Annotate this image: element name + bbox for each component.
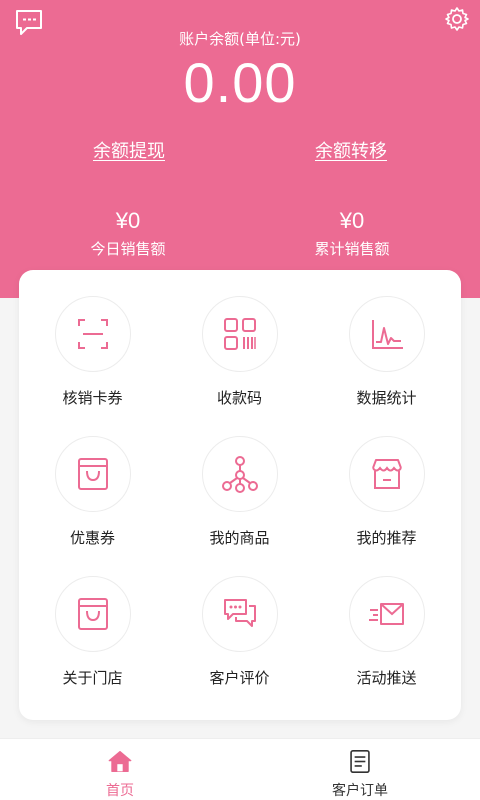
- tile-icon-circle: [201, 436, 278, 512]
- withdraw-link[interactable]: 余额提现: [0, 137, 258, 163]
- balance-header: 账户余额(单位:元) 0.00 余额提现 余额转移 ¥0 今日销售额 ¥0 累计…: [0, 0, 480, 298]
- comment-icon: [223, 599, 256, 627]
- transfer-link[interactable]: 余额转移: [222, 137, 480, 163]
- tile-label: 数据统计: [356, 389, 417, 407]
- tab-label: 客户订单: [332, 783, 388, 799]
- tile-statistics[interactable]: 数据统计: [313, 296, 460, 436]
- balance-label: 账户余额(单位:元): [179, 30, 301, 48]
- tab-home[interactable]: 首页: [0, 739, 240, 800]
- tile-label: 收款码: [216, 389, 262, 407]
- bag-icon: [77, 458, 108, 490]
- tile-payment-code[interactable]: 收款码: [166, 296, 313, 436]
- document-icon: [350, 749, 370, 774]
- tile-icon-circle: [54, 576, 131, 652]
- function-card: 核销卡券 收款码 数据统计 优惠券 我的商品 我的推荐 关于门店 客户评价 活动…: [19, 270, 461, 720]
- scan-icon: [77, 319, 108, 349]
- tile-label: 我的商品: [209, 529, 270, 547]
- function-grid: 核销卡券 收款码 数据统计 优惠券 我的商品 我的推荐 关于门店 客户评价 活动…: [19, 296, 461, 716]
- tile-my-products[interactable]: 我的商品: [166, 436, 313, 576]
- tile-label: 活动推送: [356, 669, 417, 687]
- tile-icon-circle: [54, 296, 131, 372]
- tile-label: 核销卡券: [62, 389, 123, 407]
- bottom-tab-bar: 首页 客户订单: [0, 738, 480, 800]
- today-sales-label: 今日销售额: [90, 240, 166, 258]
- tile-customer-reviews[interactable]: 客户评价: [166, 576, 313, 716]
- tile-icon-circle: [348, 296, 425, 372]
- total-sales-value: ¥0: [339, 208, 365, 233]
- today-sales-value: ¥0: [115, 208, 141, 233]
- send-mail-icon: [368, 603, 404, 625]
- tile-label: 关于门店: [62, 669, 123, 687]
- tile-label: 优惠券: [69, 529, 115, 547]
- tile-verify-coupon[interactable]: 核销卡券: [19, 296, 166, 436]
- shop-icon: [371, 459, 402, 489]
- tab-label: 首页: [106, 783, 134, 799]
- tile-my-recommend[interactable]: 我的推荐: [313, 436, 460, 576]
- tile-icon-circle: [54, 436, 131, 512]
- bag-icon: [77, 598, 108, 630]
- today-sales: ¥0 今日销售额: [8, 208, 248, 259]
- total-sales: ¥0 累计销售额: [232, 208, 472, 259]
- tile-about-store[interactable]: 关于门店: [19, 576, 166, 716]
- tab-customer-orders[interactable]: 客户订单: [240, 739, 480, 800]
- tile-label: 我的推荐: [356, 529, 417, 547]
- qrcode-icon: [223, 318, 256, 350]
- home-icon: [108, 751, 132, 772]
- tile-label: 客户评价: [209, 669, 270, 687]
- tile-coupons[interactable]: 优惠券: [19, 436, 166, 576]
- balance-value: 0.00: [183, 51, 297, 114]
- chart-icon: [371, 320, 403, 349]
- tile-push-activity[interactable]: 活动推送: [313, 576, 460, 716]
- total-sales-label: 累计销售额: [314, 240, 390, 258]
- tile-icon-circle: [348, 576, 425, 652]
- tile-icon-circle: [201, 576, 278, 652]
- tile-icon-circle: [201, 296, 278, 372]
- network-icon: [221, 456, 258, 493]
- tile-icon-circle: [348, 436, 425, 512]
